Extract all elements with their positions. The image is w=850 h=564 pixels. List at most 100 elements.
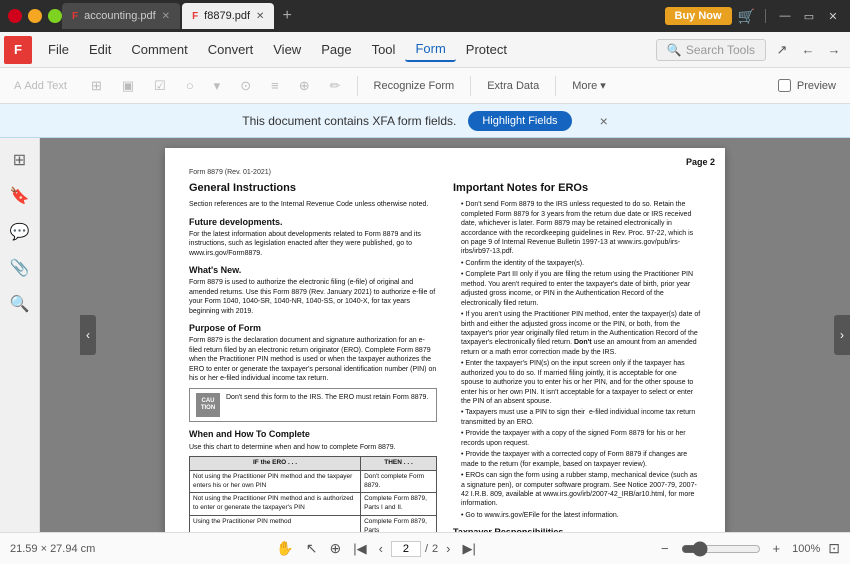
zoom-button[interactable]: ⊕ <box>326 538 346 559</box>
left-panel-toggle[interactable]: ‹ <box>80 315 96 355</box>
minimize-window-button[interactable]: — <box>776 7 794 25</box>
sidebar-attachment-icon[interactable]: 📎 <box>4 252 36 284</box>
close-button[interactable] <box>8 9 22 23</box>
toolbar-icon5[interactable]: ▾ <box>206 75 229 97</box>
menu-protect[interactable]: Protect <box>456 38 517 61</box>
add-text-button[interactable]: A Add Text <box>6 77 75 95</box>
toolbar-icon2[interactable]: ▣ <box>114 75 142 97</box>
table-header-2: THEN . . . <box>361 456 437 470</box>
total-pages: 2 <box>432 543 438 555</box>
minimize-button[interactable] <box>28 9 42 23</box>
notification-text: This document contains XFA form fields. <box>242 114 456 128</box>
preview-checkbox[interactable] <box>778 79 791 92</box>
table-row: Not using the Practitioner PIN method an… <box>190 470 437 493</box>
bullet-4: If you aren't using the Practitioner PIN… <box>461 310 701 357</box>
toolbar-icon6[interactable]: ⊙ <box>232 75 259 97</box>
table-cell: Not using the Practitioner PIN method an… <box>190 470 361 493</box>
close-window-button[interactable]: ✕ <box>824 7 842 25</box>
select-button[interactable]: ↖ <box>302 538 322 559</box>
toolbar-icon7[interactable]: ≡ <box>263 75 287 97</box>
sidebar-comment-icon[interactable]: 💬 <box>4 216 36 248</box>
new-tab-button[interactable]: + <box>276 7 297 25</box>
tab-f8879[interactable]: F f8879.pdf ✕ <box>182 3 274 29</box>
tab-accounting[interactable]: F accounting.pdf ✕ <box>62 3 180 29</box>
menu-icons: ↗ ← → <box>770 38 846 62</box>
fit-window-button[interactable]: ⊡ <box>828 540 840 557</box>
completion-table: IF the ERO . . . THEN . . . Not using th… <box>189 456 437 532</box>
tab1-close[interactable]: ✕ <box>162 11 170 22</box>
toolbar-icon8[interactable]: ⊕ <box>291 75 318 97</box>
important-notes-title: Important Notes for EROs <box>453 181 701 196</box>
search-tools-label: Search Tools <box>686 43 755 57</box>
menu-file[interactable]: File <box>38 38 79 61</box>
main-area: ⊞ 🔖 💬 📎 🔍 ‹ Form 8879 (Rev. 01-2021) Pag… <box>0 138 850 532</box>
buy-now-button[interactable]: Buy Now <box>665 7 732 25</box>
restore-window-button[interactable]: ▭ <box>800 7 818 25</box>
extra-data-button[interactable]: Extra Data <box>479 77 547 95</box>
bullet-6: Taxpayers must use a PIN to sign their e… <box>461 408 701 427</box>
bullet-2: Confirm the identity of the taxpayer(s). <box>461 259 701 268</box>
bullet-10: Go to www.irs.gov/EFile for the latest i… <box>461 511 701 520</box>
pdf-area[interactable]: ‹ Form 8879 (Rev. 01-2021) Page 2 Genera… <box>40 138 850 532</box>
left-sidebar: ⊞ 🔖 💬 📎 🔍 <box>0 138 40 532</box>
more-button[interactable]: More ▾ <box>564 76 614 95</box>
menu-edit[interactable]: Edit <box>79 38 121 61</box>
tab2-label: f8879.pdf <box>204 10 250 22</box>
notification-close-button[interactable]: × <box>600 113 608 129</box>
menu-comment[interactable]: Comment <box>121 38 197 61</box>
table-row: Not using the Practitioner PIN method an… <box>190 493 437 516</box>
fit-page-button[interactable]: ✋ <box>272 538 297 559</box>
last-page-button[interactable]: ▶| <box>459 539 480 559</box>
preview-button[interactable]: Preview <box>770 76 844 95</box>
whats-new-text: Form 8879 is used to authorize the elect… <box>189 278 437 316</box>
menu-page[interactable]: Page <box>311 38 361 61</box>
zoom-out-button[interactable]: − <box>657 539 673 558</box>
sidebar-bookmark-icon[interactable]: 🔖 <box>4 180 36 212</box>
toolbar: A Add Text ⊞ ▣ ☑ ○ ▾ ⊙ ≡ ⊕ ✏ Recognize F… <box>0 68 850 104</box>
sidebar-search-icon[interactable]: 🔍 <box>4 288 36 320</box>
right-panel-toggle[interactable]: › <box>834 315 850 355</box>
toolbar-icon1[interactable]: ⊞ <box>83 75 110 97</box>
bullet-1: Don't send Form 8879 to the IRS unless r… <box>461 200 701 257</box>
zoom-slider[interactable] <box>681 541 761 557</box>
bullet-9: EROs can sign the form using a rubber st… <box>461 471 701 509</box>
form-number: Form 8879 (Rev. 01-2021) <box>189 168 701 177</box>
general-instructions-title: General Instructions <box>189 181 437 196</box>
highlight-fields-button[interactable]: Highlight Fields <box>468 111 571 131</box>
status-left: 21.59 × 27.94 cm <box>10 543 95 555</box>
search-icon: 🔍 <box>667 43 682 57</box>
toolbar-icon4[interactable]: ○ <box>178 75 202 97</box>
table-cell: Complete Form 8879, Parts I and II. <box>361 493 437 516</box>
left-column: General Instructions Section references … <box>189 181 437 532</box>
menu-view[interactable]: View <box>263 38 311 61</box>
tab2-close[interactable]: ✕ <box>256 11 264 22</box>
page-number: Page 2 <box>686 156 715 168</box>
future-dev-title: Future developments. <box>189 216 437 228</box>
tab1-label: accounting.pdf <box>84 10 156 22</box>
nav-forward-icon[interactable]: → <box>822 38 846 62</box>
menu-right: 🔍 Search Tools ↗ ← → <box>656 38 846 62</box>
search-tools[interactable]: 🔍 Search Tools <box>656 39 766 61</box>
share-icon[interactable]: ↗ <box>770 38 794 62</box>
sidebar-thumbnails-icon[interactable]: ⊞ <box>4 144 36 176</box>
table-cell: Using the Practitioner PIN method <box>190 515 361 532</box>
toolbar-icon9[interactable]: ✏ <box>322 75 349 97</box>
menu-convert[interactable]: Convert <box>198 38 264 61</box>
menu-form[interactable]: Form <box>405 37 455 62</box>
nav-back-icon[interactable]: ← <box>796 38 820 62</box>
status-bar: 21.59 × 27.94 cm ✋ ↖ ⊕ |◀ ‹ / 2 › ▶| − +… <box>0 532 850 564</box>
maximize-button[interactable] <box>48 9 62 23</box>
toolbar-icon3[interactable]: ☑ <box>146 75 174 97</box>
page-number-input[interactable] <box>391 541 421 557</box>
first-page-button[interactable]: |◀ <box>349 539 370 559</box>
caution-icon-1: CAUTION <box>196 393 220 417</box>
table-row: Using the Practitioner PIN method Comple… <box>190 515 437 532</box>
menu-tool[interactable]: Tool <box>362 38 406 61</box>
zoom-in-button[interactable]: + <box>769 539 785 558</box>
prev-page-button[interactable]: ‹ <box>375 539 387 558</box>
title-bar: F accounting.pdf ✕ F f8879.pdf ✕ + Buy N… <box>0 0 850 32</box>
recognize-form-button[interactable]: Recognize Form <box>366 77 463 95</box>
next-page-button[interactable]: › <box>442 539 454 558</box>
when-text: Use this chart to determine when and how… <box>189 443 437 452</box>
status-right: − + 100% ⊡ <box>657 539 840 558</box>
